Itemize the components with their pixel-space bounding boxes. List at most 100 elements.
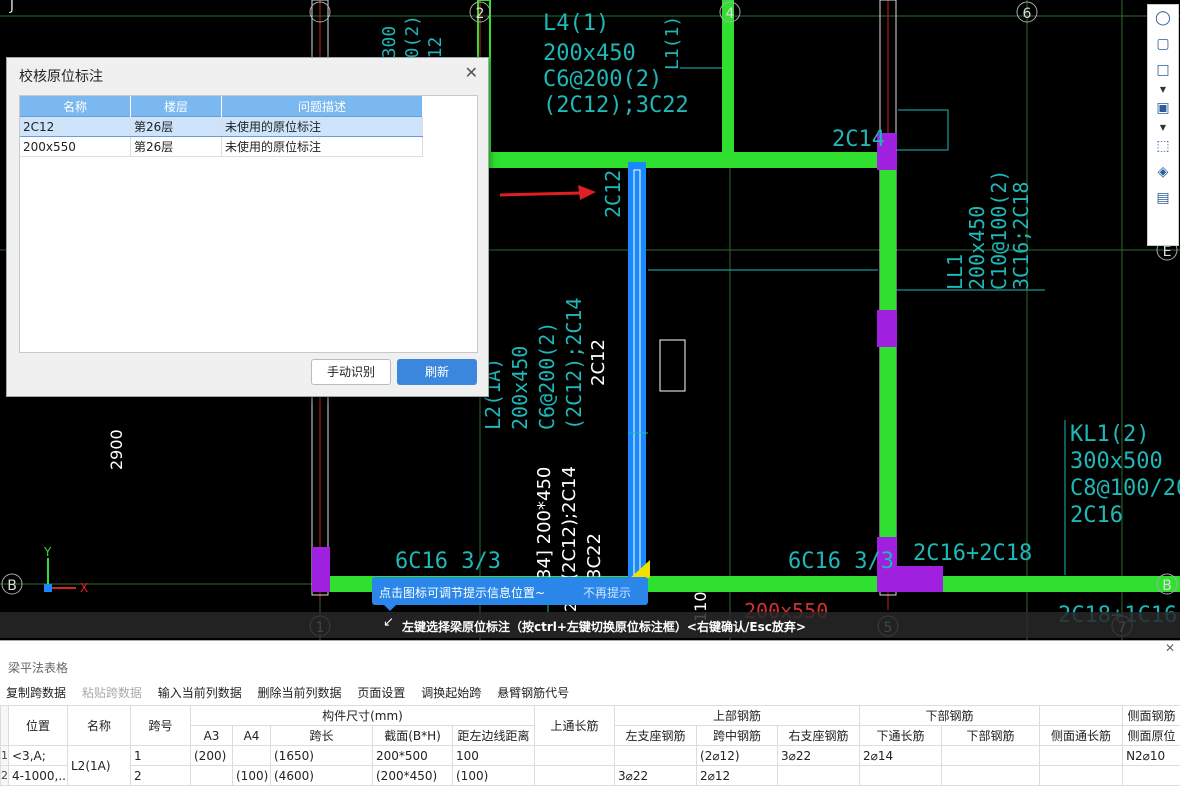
- cell-mid[interactable]: 2⌀12: [697, 766, 778, 786]
- manual-identify-button[interactable]: 手动识别: [311, 359, 391, 385]
- cube-icon[interactable]: ◈: [1148, 159, 1178, 185]
- cell-span[interactable]: 1: [131, 746, 191, 766]
- axis-label-e: E: [1163, 244, 1172, 260]
- cell-section[interactable]: 200*500: [373, 746, 453, 766]
- cell-section[interactable]: (200*450): [373, 766, 453, 786]
- axis-label-b-right: B: [1162, 578, 1172, 594]
- cell-right-support[interactable]: [778, 766, 860, 786]
- header-right-support: 右支座钢筋: [778, 726, 860, 746]
- cell-top-through[interactable]: [535, 766, 615, 786]
- swap-start-span-button[interactable]: 调换起始跨: [421, 686, 481, 700]
- axis-label-6: 6: [1023, 6, 1032, 22]
- ll1-stirrup: C10@100(2): [987, 170, 1011, 290]
- cell-mid[interactable]: (2⌀12): [697, 746, 778, 766]
- cell-distance[interactable]: (100): [453, 766, 535, 786]
- copy-span-button[interactable]: 复制跨数据: [6, 686, 66, 700]
- cell-distance[interactable]: 100: [453, 746, 535, 766]
- panel-toolbar: 复制跨数据 粘贴跨数据 输入当前列数据 删除当前列数据 页面设置 调换起始跨 悬…: [6, 684, 581, 701]
- bottom-2c16: 2C16+2C18: [913, 541, 1032, 566]
- panel-title: 梁平法表格: [8, 659, 68, 676]
- col-desc[interactable]: 问题描述: [222, 96, 423, 117]
- chevron-down-icon[interactable]: ▼: [1148, 83, 1178, 95]
- doc-icon[interactable]: ▤: [1148, 185, 1178, 211]
- cell-side-original[interactable]: N2⌀10: [1123, 746, 1180, 766]
- table-row[interactable]: 2 4-1000,... 2 (100) (4600) (200*450) (1…: [1, 766, 1180, 786]
- kl1-name: KL1(2): [1070, 422, 1149, 447]
- list-item[interactable]: 200x550 第26层 未使用的原位标注: [20, 137, 423, 157]
- box-icon[interactable]: □: [1148, 57, 1178, 83]
- cell-a3[interactable]: [191, 766, 233, 786]
- view-toolbar: ◯ ▢ □ ▼ ▣ ▼ ⬚ ◈ ▤: [1147, 4, 1179, 246]
- axis-label-b-left: B: [7, 578, 17, 594]
- l2-rebar: (2C12);2C14: [562, 298, 586, 430]
- l2b-bottom: 3C22: [584, 533, 605, 580]
- refresh-button[interactable]: 刷新: [397, 359, 477, 385]
- item-floor: 第26层: [131, 117, 222, 137]
- cell-side-original[interactable]: [1123, 766, 1180, 786]
- header-side: 侧面钢筋: [1123, 706, 1180, 726]
- table-row[interactable]: 1 <3,A; L2(1A) 1 (200) (1650) 200*500 10…: [1, 746, 1180, 766]
- select-icon[interactable]: ⬚: [1148, 133, 1178, 159]
- cell-length[interactable]: (1650): [271, 746, 373, 766]
- 3d-icon[interactable]: ▢: [1148, 31, 1178, 57]
- sphere-icon[interactable]: ◯: [1148, 5, 1178, 31]
- cell-left-support[interactable]: [615, 746, 697, 766]
- col-floor[interactable]: 楼层: [131, 96, 222, 117]
- ucs-x-label: X: [80, 581, 88, 595]
- box-filled-icon[interactable]: ▣: [1148, 95, 1178, 121]
- l2b-rebar: (2C12);2C14: [559, 466, 580, 580]
- cell-a4[interactable]: [233, 746, 271, 766]
- close-icon[interactable]: ✕: [465, 63, 478, 82]
- ucs-icon: Y X: [43, 545, 88, 595]
- col-name[interactable]: 名称: [20, 96, 131, 117]
- ll1-name: LL1: [943, 254, 967, 290]
- l4-rebar: (2C12);3C22: [543, 93, 689, 118]
- cell-bottom-bar[interactable]: [942, 766, 1040, 786]
- header-bottom-bar: 下部钢筋: [942, 726, 1040, 746]
- cell-a3[interactable]: (200): [191, 746, 233, 766]
- kl1-size: 300x500: [1070, 449, 1163, 474]
- list-item[interactable]: 2C12 第26层 未使用的原位标注: [20, 117, 423, 137]
- header-a3: A3: [191, 726, 233, 746]
- cell-position[interactable]: 4-1000,...: [9, 766, 68, 786]
- header-bottom: 下部钢筋: [860, 706, 1040, 726]
- header-side-original: 侧面原位: [1123, 726, 1180, 746]
- cell-name[interactable]: L2(1A): [68, 746, 131, 786]
- cell-side-through[interactable]: [1040, 766, 1123, 786]
- axis-label-j: J: [9, 0, 14, 14]
- cell-span[interactable]: 2: [131, 766, 191, 786]
- dimension-2900: 2900: [107, 429, 126, 470]
- header-length: 跨长: [271, 726, 373, 746]
- chevron-down-icon[interactable]: ▼: [1148, 121, 1178, 133]
- cantilever-code-button[interactable]: 悬臂钢筋代号: [497, 686, 569, 700]
- cell-position[interactable]: <3,A;: [9, 746, 68, 766]
- input-column-button[interactable]: 输入当前列数据: [158, 686, 242, 700]
- cell-length[interactable]: (4600): [271, 766, 373, 786]
- bottom-6c16-right: 6C16 3/3: [788, 549, 894, 574]
- close-icon[interactable]: ✕: [1165, 641, 1175, 655]
- cell-bottom-through[interactable]: 2⌀14: [860, 746, 942, 766]
- cell-side-through[interactable]: [1040, 746, 1123, 766]
- cell-right-support[interactable]: 3⌀22: [778, 746, 860, 766]
- header-section: 截面(B*H): [373, 726, 453, 746]
- header-side-blank: [1040, 706, 1123, 726]
- header-side-through: 侧面通长筋: [1040, 726, 1123, 746]
- cell-left-support[interactable]: 3⌀22: [615, 766, 697, 786]
- ll1-rebar: 3C16;2C18: [1009, 182, 1033, 290]
- l4-size: 200x450: [543, 41, 636, 66]
- delete-column-button[interactable]: 删除当前列数据: [258, 686, 342, 700]
- shrink-icon[interactable]: ↙: [383, 615, 394, 630]
- item-name: 2C12: [20, 117, 131, 137]
- header-top: 上部钢筋: [615, 706, 860, 726]
- cell-top-through[interactable]: [535, 746, 615, 766]
- item-desc: 未使用的原位标注: [222, 137, 423, 157]
- red-arrow-icon: [500, 185, 596, 200]
- cell-bottom-bar[interactable]: [942, 746, 1040, 766]
- page-setup-button[interactable]: 页面设置: [357, 686, 405, 700]
- dialog-title: 校核原位标注: [19, 66, 103, 86]
- dismiss-hint-link[interactable]: 不再提示: [583, 584, 631, 601]
- cell-bottom-through[interactable]: [860, 766, 942, 786]
- issue-list: 名称 楼层 问题描述 2C12 第26层 未使用的原位标注 200x550 第2…: [19, 95, 478, 353]
- cell-a4[interactable]: (100): [233, 766, 271, 786]
- top-2c14: 2C14: [832, 127, 885, 152]
